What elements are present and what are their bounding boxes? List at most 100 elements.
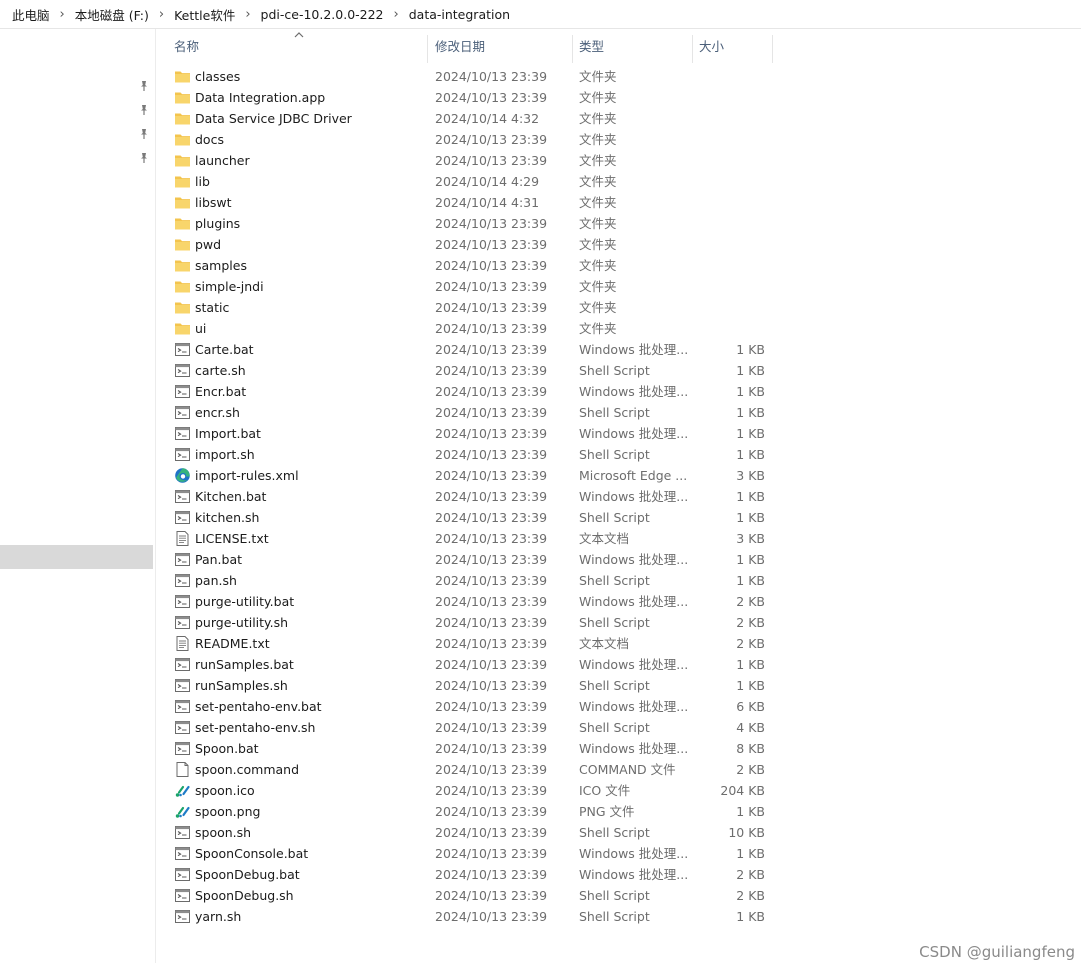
file-modified-date: 2024/10/13 23:39	[435, 468, 548, 483]
file-row[interactable]: README.txt 2024/10/13 23:39 文本文档 2 KB	[156, 633, 1081, 654]
file-size: 3 KB	[736, 468, 765, 483]
file-type: 文件夹	[579, 237, 617, 252]
folder-icon	[174, 131, 191, 148]
file-type: 文件夹	[579, 153, 617, 168]
file-row[interactable]: runSamples.sh 2024/10/13 23:39 Shell Scr…	[156, 675, 1081, 696]
chevron-right-icon[interactable]: ›	[153, 7, 170, 22]
file-row[interactable]: SpoonConsole.bat 2024/10/13 23:39 Window…	[156, 843, 1081, 864]
file-row[interactable]: Spoon.bat 2024/10/13 23:39 Windows 批处理..…	[156, 738, 1081, 759]
file-row[interactable]: Encr.bat 2024/10/13 23:39 Windows 批处理...…	[156, 381, 1081, 402]
batch-file-icon	[174, 824, 191, 841]
text-file-icon	[174, 530, 191, 547]
file-name: libswt	[195, 195, 232, 210]
file-row[interactable]: carte.sh 2024/10/13 23:39 Shell Script 1…	[156, 360, 1081, 381]
file-row[interactable]: spoon.png 2024/10/13 23:39 PNG 文件 1 KB	[156, 801, 1081, 822]
nav-selected-item[interactable]	[0, 545, 153, 569]
column-divider[interactable]	[427, 35, 428, 63]
breadcrumb-current-folder[interactable]: data-integration	[405, 0, 514, 28]
pin-icon[interactable]	[138, 152, 150, 164]
file-modified-date: 2024/10/14 4:31	[435, 195, 540, 210]
file-size: 2 KB	[736, 867, 765, 882]
file-row[interactable]: SpoonDebug.sh 2024/10/13 23:39 Shell Scr…	[156, 885, 1081, 906]
chevron-right-icon[interactable]: ›	[239, 7, 256, 22]
file-row[interactable]: ui 2024/10/13 23:39 文件夹	[156, 318, 1081, 339]
file-row[interactable]: set-pentaho-env.bat 2024/10/13 23:39 Win…	[156, 696, 1081, 717]
file-size: 1 KB	[736, 342, 765, 357]
file-row[interactable]: LICENSE.txt 2024/10/13 23:39 文本文档 3 KB	[156, 528, 1081, 549]
file-row[interactable]: set-pentaho-env.sh 2024/10/13 23:39 Shel…	[156, 717, 1081, 738]
file-row[interactable]: docs 2024/10/13 23:39 文件夹	[156, 129, 1081, 150]
file-type: Shell Script	[579, 909, 650, 924]
chevron-right-icon[interactable]: ›	[54, 7, 71, 22]
file-row[interactable]: spoon.ico 2024/10/13 23:39 ICO 文件 204 KB	[156, 780, 1081, 801]
column-divider[interactable]	[772, 35, 773, 63]
column-header-date[interactable]: 修改日期	[435, 29, 485, 63]
file-name: pan.sh	[195, 573, 237, 588]
file-name: Kitchen.bat	[195, 489, 267, 504]
file-row[interactable]: launcher 2024/10/13 23:39 文件夹	[156, 150, 1081, 171]
file-row[interactable]: purge-utility.bat 2024/10/13 23:39 Windo…	[156, 591, 1081, 612]
file-size: 1 KB	[736, 405, 765, 420]
file-modified-date: 2024/10/13 23:39	[435, 237, 548, 252]
file-type: Windows 批处理...	[579, 741, 689, 756]
column-header-name[interactable]: 名称	[174, 29, 199, 63]
breadcrumb-pdi-folder[interactable]: pdi-ce-10.2.0.0-222	[257, 0, 388, 28]
file-row[interactable]: encr.sh 2024/10/13 23:39 Shell Script 1 …	[156, 402, 1081, 423]
breadcrumb-drive[interactable]: 本地磁盘 (F:)	[71, 0, 153, 28]
column-header-size[interactable]: 大小	[699, 29, 724, 63]
file-row[interactable]: Data Service JDBC Driver 2024/10/14 4:32…	[156, 108, 1081, 129]
file-row[interactable]: Kitchen.bat 2024/10/13 23:39 Windows 批处理…	[156, 486, 1081, 507]
file-row[interactable]: purge-utility.sh 2024/10/13 23:39 Shell …	[156, 612, 1081, 633]
file-type: Shell Script	[579, 405, 650, 420]
chevron-right-icon[interactable]: ›	[388, 7, 405, 22]
file-row[interactable]: spoon.sh 2024/10/13 23:39 Shell Script 1…	[156, 822, 1081, 843]
file-row[interactable]: samples 2024/10/13 23:39 文件夹	[156, 255, 1081, 276]
pin-icon[interactable]	[138, 104, 150, 116]
file-row[interactable]: Import.bat 2024/10/13 23:39 Windows 批处理.…	[156, 423, 1081, 444]
file-name: runSamples.sh	[195, 678, 288, 693]
file-type: Windows 批处理...	[579, 552, 689, 567]
batch-file-icon	[174, 866, 191, 883]
breadcrumb-this-pc[interactable]: 此电脑	[0, 0, 54, 28]
pin-icon[interactable]	[138, 80, 150, 92]
file-row[interactable]: runSamples.bat 2024/10/13 23:39 Windows …	[156, 654, 1081, 675]
breadcrumb-kettle-folder[interactable]: Kettle软件	[170, 0, 239, 28]
file-type: Shell Script	[579, 888, 650, 903]
file-row[interactable]: plugins 2024/10/13 23:39 文件夹	[156, 213, 1081, 234]
file-type: 文件夹	[579, 300, 617, 315]
file-row[interactable]: import.sh 2024/10/13 23:39 Shell Script …	[156, 444, 1081, 465]
file-row[interactable]: Data Integration.app 2024/10/13 23:39 文件…	[156, 87, 1081, 108]
spoon-logo-icon	[174, 803, 191, 820]
file-name: simple-jndi	[195, 279, 264, 294]
file-row[interactable]: pwd 2024/10/13 23:39 文件夹	[156, 234, 1081, 255]
file-row[interactable]: lib 2024/10/14 4:29 文件夹	[156, 171, 1081, 192]
file-type: Shell Script	[579, 720, 650, 735]
batch-file-icon	[174, 593, 191, 610]
file-row[interactable]: import-rules.xml 2024/10/13 23:39 Micros…	[156, 465, 1081, 486]
batch-file-icon	[174, 719, 191, 736]
file-name: launcher	[195, 153, 250, 168]
column-header-type[interactable]: 类型	[579, 29, 604, 63]
file-type: Shell Script	[579, 363, 650, 378]
file-row[interactable]: yarn.sh 2024/10/13 23:39 Shell Script 1 …	[156, 906, 1081, 927]
file-row[interactable]: simple-jndi 2024/10/13 23:39 文件夹	[156, 276, 1081, 297]
file-row[interactable]: pan.sh 2024/10/13 23:39 Shell Script 1 K…	[156, 570, 1081, 591]
breadcrumb-label: 此电脑	[12, 7, 50, 23]
file-name: kitchen.sh	[195, 510, 260, 525]
file-row[interactable]: static 2024/10/13 23:39 文件夹	[156, 297, 1081, 318]
file-row[interactable]: SpoonDebug.bat 2024/10/13 23:39 Windows …	[156, 864, 1081, 885]
file-row[interactable]: Pan.bat 2024/10/13 23:39 Windows 批处理... …	[156, 549, 1081, 570]
file-row[interactable]: kitchen.sh 2024/10/13 23:39 Shell Script…	[156, 507, 1081, 528]
column-header-row: 名称 修改日期 类型 大小	[156, 29, 1081, 63]
column-divider[interactable]	[572, 35, 573, 63]
file-row[interactable]: Carte.bat 2024/10/13 23:39 Windows 批处理..…	[156, 339, 1081, 360]
file-row[interactable]: spoon.command 2024/10/13 23:39 COMMAND 文…	[156, 759, 1081, 780]
file-type: Windows 批处理...	[579, 846, 689, 861]
file-size: 1 KB	[736, 384, 765, 399]
pin-icon[interactable]	[138, 128, 150, 140]
file-row[interactable]: libswt 2024/10/14 4:31 文件夹	[156, 192, 1081, 213]
file-type: Windows 批处理...	[579, 426, 689, 441]
file-row[interactable]: classes 2024/10/13 23:39 文件夹	[156, 66, 1081, 87]
column-divider[interactable]	[692, 35, 693, 63]
file-modified-date: 2024/10/13 23:39	[435, 615, 548, 630]
